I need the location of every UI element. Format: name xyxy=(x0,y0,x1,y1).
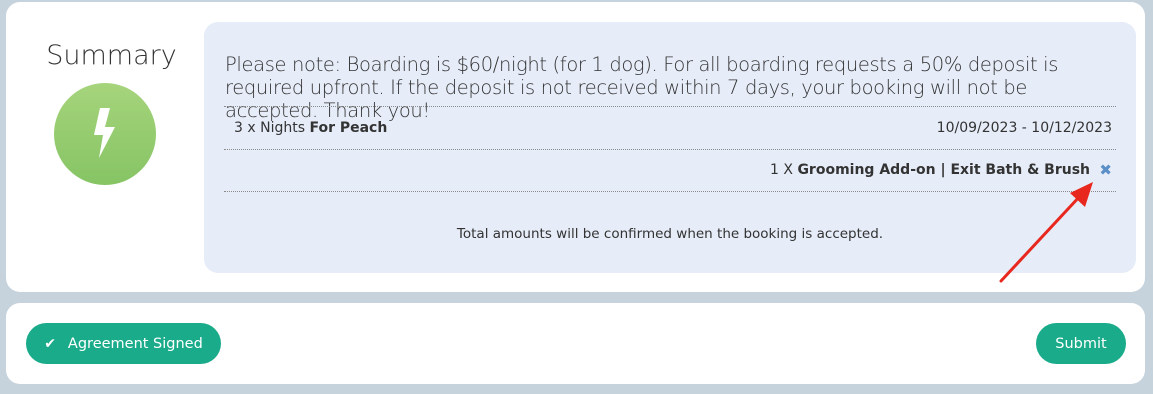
nights-count: 3 x Nights xyxy=(234,120,305,136)
boarding-note: Please note: Boarding is $60/night (for … xyxy=(225,53,1059,122)
summary-badge xyxy=(54,83,156,185)
addon-quantity: 1 X xyxy=(770,162,793,178)
submit-button[interactable]: Submit xyxy=(1036,323,1126,364)
pet-name: For Peach xyxy=(309,120,388,136)
summary-card: Summary Please note: Boarding is $60/nig… xyxy=(6,2,1145,292)
addon-line: 1 X Grooming Add-on | Exit Bath & Brush xyxy=(770,162,1090,178)
addon-name: Grooming Add-on | Exit Bath & Brush xyxy=(797,162,1090,178)
checkmark-icon: ✔ xyxy=(44,335,56,352)
nights-line: 3 x Nights For Peach xyxy=(234,120,387,136)
divider xyxy=(224,191,1116,192)
divider xyxy=(224,149,1116,150)
booking-summary-panel: Please note: Boarding is $60/night (for … xyxy=(204,22,1136,273)
summary-title: Summary xyxy=(46,40,177,71)
agreement-signed-button[interactable]: ✔ Agreement Signed xyxy=(26,323,221,364)
total-note: Total amounts will be confirmed when the… xyxy=(456,226,884,242)
actions-bar: ✔ Agreement Signed Submit xyxy=(6,303,1145,384)
divider xyxy=(224,106,1116,107)
agreement-label: Agreement Signed xyxy=(67,335,203,352)
booking-dates: 10/09/2023 - 10/12/2023 xyxy=(936,120,1112,136)
close-icon[interactable]: ✖ xyxy=(1099,161,1112,179)
lightning-bolt-icon xyxy=(94,108,115,158)
